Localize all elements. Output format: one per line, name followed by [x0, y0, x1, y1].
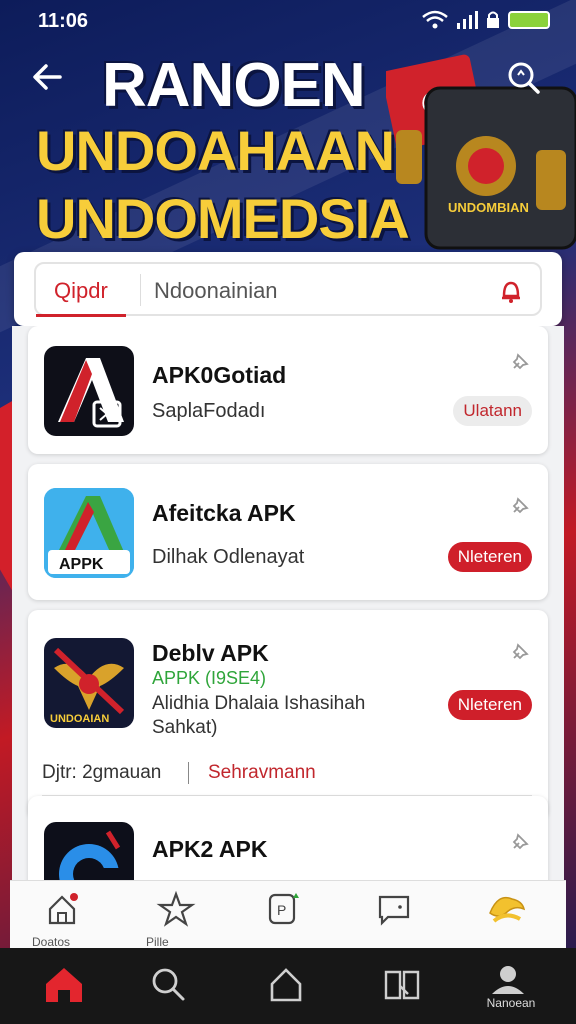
hero-caption: UNDOMBIAN: [448, 200, 529, 215]
signal-icon: [457, 11, 478, 29]
banner-title-line2: UNDOAHAAN: [36, 119, 395, 182]
pin-icon[interactable]: [510, 830, 532, 852]
nav-library[interactable]: [382, 964, 432, 1014]
search-placeholder: Ndoonainian: [154, 278, 278, 303]
blue-g-icon: [44, 822, 134, 886]
search-input[interactable]: Qipdr Ndoonainian: [34, 262, 542, 317]
bell-icon[interactable]: [496, 276, 526, 306]
chat-icon: [378, 895, 410, 926]
tab-p[interactable]: P: [252, 889, 312, 945]
svg-text:P: P: [277, 902, 286, 918]
bottom-navigation: Nanoean: [0, 948, 576, 1024]
install-button[interactable]: Ulatann: [453, 396, 532, 426]
app-subtitle: Dilhak Odlenayat: [152, 546, 305, 568]
app-name: Deblv APK: [152, 640, 269, 666]
search-divider: [140, 274, 141, 306]
app-description-line2: Sahkat): [152, 717, 218, 738]
nav-profile[interactable]: Nanoean: [486, 964, 536, 1014]
battery-icon: [508, 11, 550, 29]
app-name: APK2 APK: [152, 836, 268, 862]
app-meta-left: Djtr: 2gmauan: [42, 762, 162, 783]
wifi-icon: [422, 10, 448, 29]
install-button[interactable]: Nleteren: [447, 690, 532, 720]
garuda-icon: UNDOAIAN: [44, 638, 134, 728]
green-a-icon: APPK: [44, 488, 134, 578]
top-search-button[interactable]: [506, 60, 546, 100]
search-icon: [508, 62, 540, 94]
nav-house[interactable]: [266, 964, 316, 1014]
tab-home[interactable]: Doatos: [32, 889, 92, 949]
back-button[interactable]: [30, 60, 70, 100]
app-meta-link[interactable]: Sehravmann: [208, 762, 316, 784]
app-subtitle: SaplaFodadı: [152, 400, 266, 422]
status-icons: [422, 10, 550, 30]
search-category-underline: [36, 314, 126, 317]
app-name: APK0Gotiad: [152, 362, 287, 388]
tab-rewards[interactable]: [476, 889, 536, 945]
app-card[interactable]: APPK Afeitcka APK Dilhak Odlenayat Nlete…: [28, 464, 548, 600]
tab-messages[interactable]: [364, 889, 424, 945]
home-icon: [46, 968, 82, 1002]
p-badge-icon: P: [268, 893, 299, 925]
banner-title-line3: UNDOMEDSIA: [36, 187, 410, 250]
app-card[interactable]: APK2 APK: [28, 796, 548, 886]
meta-divider: [188, 762, 189, 784]
tab-label: Doatos: [32, 935, 71, 949]
banner-title-line1: RANOEN: [102, 51, 366, 120]
pin-icon[interactable]: [510, 494, 532, 516]
search-card: Qipdr Ndoonainian: [14, 252, 562, 326]
app-card[interactable]: APK0Gotiad SaplaFodadı Ulatann: [28, 326, 548, 454]
apk-a-icon: [44, 346, 134, 436]
app-list: APK0Gotiad SaplaFodadı Ulatann APPK Afei…: [12, 326, 564, 886]
pin-icon[interactable]: [510, 640, 532, 662]
status-time: 11:06: [38, 10, 89, 32]
profile-icon: [492, 966, 524, 994]
app-icon-label: APPK: [59, 556, 104, 573]
pin-icon[interactable]: [510, 350, 532, 372]
tab-favorites[interactable]: Pille: [146, 889, 206, 949]
search-icon: [152, 968, 185, 1001]
status-bar: 11:06: [0, 0, 576, 40]
trophy-icon: [489, 896, 526, 923]
nav-search[interactable]: [148, 964, 198, 1014]
app-version: APPK (I9SE4): [152, 668, 267, 688]
install-button[interactable]: Nleteren: [447, 542, 532, 572]
app-description-line1: Alidhia Dhalaia Ishasihah: [152, 693, 366, 714]
app-icon-label: UNDOAIAN: [50, 713, 109, 725]
lock-icon: [487, 11, 499, 28]
arrow-left-icon: [33, 64, 62, 90]
nav-profile-label: Nanoean: [486, 996, 536, 1010]
app-tab-bar: Doatos Pille P: [10, 880, 566, 949]
home-outline-icon: [48, 893, 78, 925]
book-icon: [384, 970, 420, 1000]
app-card[interactable]: UNDOAIAN Deblv APK APPK (I9SE4) Alidhia …: [28, 610, 548, 820]
search-category-tab[interactable]: Qipdr: [54, 278, 108, 304]
tab-label: Pille: [146, 935, 169, 949]
nav-home[interactable]: [42, 964, 92, 1014]
hero-illustration: Ⓠ UNDOMBIAN: [381, 40, 576, 260]
star-outline-icon: [156, 890, 196, 927]
house-outline-icon: [270, 968, 302, 1002]
app-name: Afeitcka APK: [152, 500, 296, 526]
